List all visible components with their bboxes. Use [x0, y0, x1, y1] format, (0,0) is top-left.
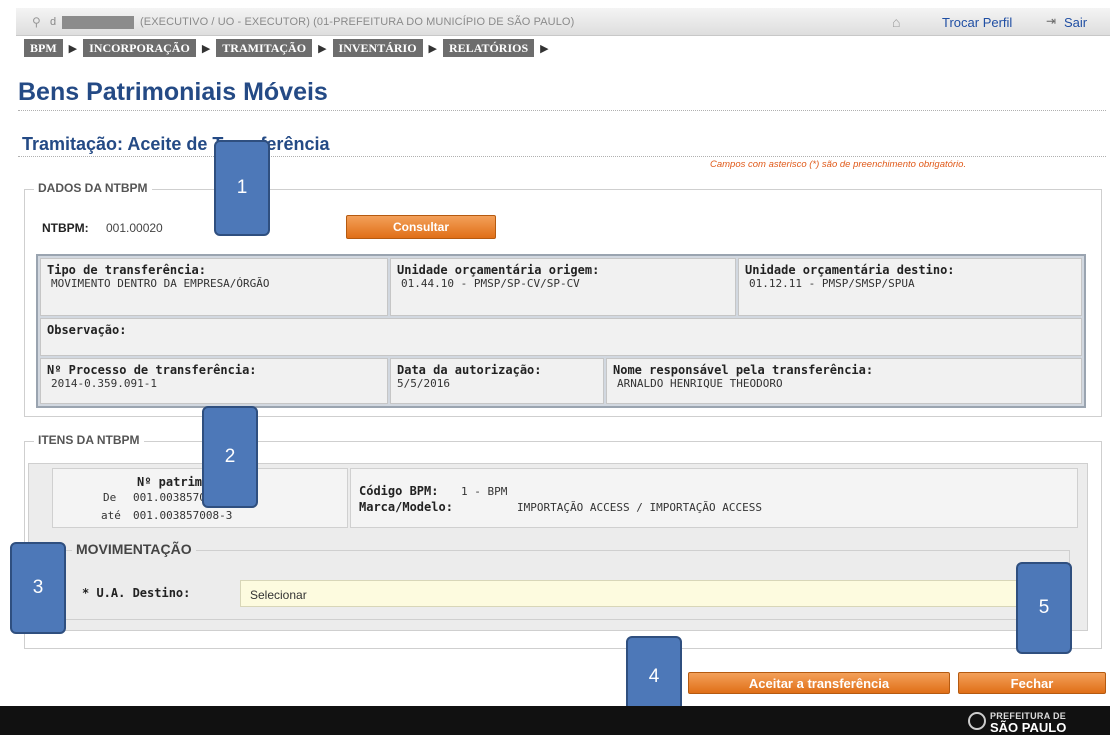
callout-1: 1: [214, 140, 270, 236]
section-title: Tramitação: Aceite de Transferência: [22, 134, 330, 154]
origin-unit-label: Unidade orçamentária origem:: [397, 263, 600, 277]
nav-separator-icon: ▶: [428, 42, 438, 55]
user-profile: (EXECUTIVO / UO - EXECUTOR) (01-PREFEITU…: [140, 16, 575, 28]
home-icon[interactable]: ⌂: [892, 14, 900, 30]
process-cell: Nº Processo de transferência: 2014-0.359…: [40, 358, 388, 404]
required-fields-note: Campos com asterisco (*) são de preenchi…: [710, 159, 967, 170]
nav-item-bpm[interactable]: BPM: [24, 39, 63, 57]
logout-link[interactable]: Sair: [1064, 15, 1087, 30]
nav-separator-icon: ▶: [201, 42, 211, 55]
brand-model-label: Marca/Modelo:: [359, 500, 453, 514]
user-bar: ⚲ d (EXECUTIVO / UO - EXECUTOR) (01-PREF…: [16, 8, 1110, 36]
item-details-cell: Código BPM: 1 - BPM Marca/Modelo: IMPORT…: [350, 468, 1078, 528]
title-divider: [18, 110, 1106, 111]
range-from-label: De: [103, 491, 117, 504]
nav-separator-icon: ▶: [318, 42, 327, 55]
main-nav: BPM ▶ INCORPORAÇÃO ▶ TRAMITAÇÃO ▶ INVENT…: [24, 38, 555, 58]
range-to-value: 001.003857008-3: [133, 509, 233, 522]
authorization-date-label: Data da autorização:: [397, 363, 542, 377]
destination-unit-cell: Unidade orçamentária destino: 01.12.11 -…: [738, 258, 1082, 316]
nav-item-tramitacao[interactable]: TRAMITAÇÃO: [216, 39, 313, 57]
user-name: d: [50, 16, 57, 28]
transfer-type-label: Tipo de transferência:: [47, 263, 206, 277]
close-button[interactable]: Fechar: [958, 672, 1106, 694]
bpm-code-label: Código BPM:: [359, 484, 439, 498]
footer-logo-line2: SÃO PAULO: [990, 720, 1067, 735]
nav-separator-icon: ▶: [68, 42, 78, 55]
destination-unit-label: Unidade orçamentária destino:: [745, 263, 955, 277]
accept-transfer-button[interactable]: Aceitar a transferência: [688, 672, 950, 694]
transfer-type-value: MOVIMENTO DENTRO DA EMPRESA/ÓRGÃO: [51, 277, 270, 290]
bpm-code-value: 1 - BPM: [461, 485, 508, 498]
destination-ua-select[interactable]: Selecionar: [240, 580, 1070, 607]
ntbpm-items-legend: ITENS DA NTBPM: [34, 433, 144, 447]
redacted-user-name: [62, 16, 134, 29]
brand-model-value: IMPORTAÇÃO ACCESS / IMPORTAÇÃO ACCESS: [517, 501, 763, 514]
process-label: Nº Processo de transferência:: [47, 363, 257, 377]
patrimonial-number-cell: Nº patrimonial De 001.003857008-3 até 00…: [52, 468, 348, 528]
transfer-type-cell: Tipo de transferência: MOVIMENTO DENTRO …: [40, 258, 388, 316]
observation-cell: Observação:: [40, 318, 1082, 356]
responsible-label: Nome responsável pela transferência:: [613, 363, 874, 377]
destination-unit-value: 01.12.11 - PMSP/SMSP/SPUA: [749, 277, 915, 290]
callout-3: 3: [10, 542, 66, 634]
user-icon: ⚲: [32, 15, 41, 29]
ntbpm-label: NTBPM:: [42, 221, 89, 235]
origin-unit-value: 01.44.10 - PMSP/SP-CV/SP-CV: [401, 277, 580, 290]
city-seal-icon: [968, 712, 986, 730]
ntbpm-data-legend: DADOS DA NTBPM: [34, 181, 152, 195]
nav-item-incorporacao[interactable]: INCORPORAÇÃO: [83, 39, 196, 57]
nav-separator-icon: ▶: [540, 42, 549, 55]
callout-5: 5: [1016, 562, 1072, 654]
nav-item-inventario[interactable]: INVENTÁRIO: [332, 39, 423, 57]
authorization-date-cell: Data da autorização: 5/5/2016: [390, 358, 604, 404]
movement-legend: MOVIMENTAÇÃO: [72, 541, 196, 557]
callout-2: 2: [202, 406, 258, 508]
consult-button[interactable]: Consultar: [346, 215, 496, 239]
destination-ua-label: * U.A. Destino:: [82, 586, 191, 600]
transfer-details-grid: Tipo de transferência: MOVIMENTO DENTRO …: [36, 254, 1086, 408]
switch-profile-link[interactable]: Trocar Perfil: [942, 15, 1012, 30]
nav-item-relatorios[interactable]: RELATÓRIOS: [443, 39, 535, 57]
range-to-label: até: [101, 509, 121, 522]
origin-unit-cell: Unidade orçamentária origem: 01.44.10 - …: [390, 258, 736, 316]
responsible-value: ARNALDO HENRIQUE THEODORO: [617, 377, 783, 390]
footer-bar: [0, 706, 1110, 735]
responsible-cell: Nome responsável pela transferência: ARN…: [606, 358, 1082, 404]
logout-icon[interactable]: ⇥: [1046, 14, 1056, 28]
process-value: 2014-0.359.091-1: [51, 377, 157, 390]
ntbpm-value: 001.00020: [106, 221, 163, 235]
page-title: Bens Patrimoniais Móveis: [18, 78, 328, 106]
observation-label: Observação:: [47, 323, 127, 337]
section-divider: [18, 156, 1106, 157]
authorization-date-value: 5/5/2016: [397, 377, 450, 390]
